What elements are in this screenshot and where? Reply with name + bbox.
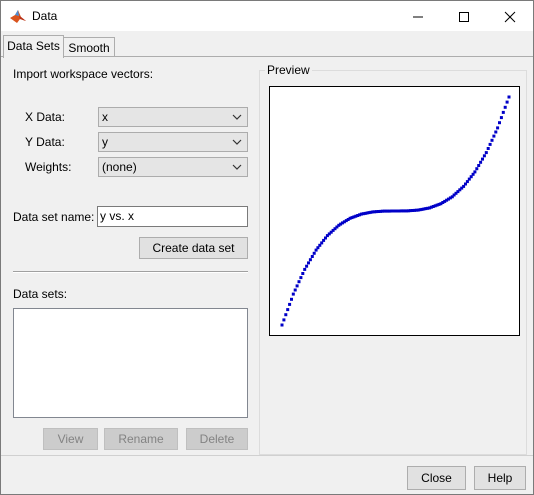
data-point	[299, 276, 303, 280]
dataset-name-label: Data set name:	[13, 210, 95, 224]
data-point	[507, 95, 511, 99]
preview-label: Preview	[265, 63, 312, 77]
data-dialog: Data Data Sets Smooth Import workspace v…	[0, 0, 534, 495]
minimize-icon	[413, 16, 423, 18]
preview-scatter-chart	[280, 95, 511, 327]
data-point	[282, 318, 286, 322]
data-point	[488, 142, 492, 146]
data-point	[503, 105, 507, 109]
close-window-button[interactable]	[487, 1, 533, 31]
data-point	[482, 154, 486, 158]
data-point	[496, 126, 500, 130]
close-button[interactable]: Close	[407, 466, 466, 490]
chevron-down-icon	[232, 114, 242, 120]
data-point	[486, 147, 490, 150]
rename-button[interactable]: Rename	[104, 428, 178, 450]
data-point	[297, 280, 301, 284]
data-point	[284, 313, 288, 317]
data-point	[505, 100, 509, 104]
x-data-dropdown[interactable]: x	[98, 107, 248, 127]
weights-dropdown[interactable]: (none)	[98, 157, 248, 177]
data-point	[303, 267, 307, 271]
close-icon	[504, 11, 516, 23]
x-data-label: X Data:	[25, 110, 66, 124]
datasets-label: Data sets:	[13, 287, 68, 301]
import-heading: Import workspace vectors:	[13, 67, 154, 81]
footer-divider	[1, 455, 533, 456]
weights-label: Weights:	[25, 160, 72, 174]
maximize-icon	[459, 12, 469, 22]
data-point	[484, 151, 488, 155]
window-title: Data	[32, 9, 58, 23]
data-point	[490, 138, 494, 142]
data-point	[473, 170, 477, 174]
weights-value: (none)	[102, 160, 137, 174]
data-point	[310, 255, 314, 258]
tab-content: Import workspace vectors: X Data: x Y Da…	[1, 56, 533, 456]
y-data-dropdown[interactable]: y	[98, 132, 248, 152]
dataset-name-input[interactable]: y vs. x	[97, 206, 248, 227]
data-point	[499, 116, 503, 120]
y-data-label: Y Data:	[25, 135, 65, 149]
data-point	[286, 308, 290, 312]
data-point	[301, 272, 305, 275]
data-point	[498, 121, 501, 125]
matlab-logo-icon	[10, 10, 26, 23]
title-bar[interactable]: Data	[1, 1, 533, 31]
x-data-value: x	[102, 110, 108, 124]
data-point	[305, 264, 309, 268]
data-point	[494, 130, 498, 134]
view-button[interactable]: View	[43, 428, 98, 450]
data-point	[288, 302, 292, 306]
separator	[13, 271, 248, 273]
data-point	[307, 261, 310, 265]
data-point	[501, 110, 505, 114]
y-data-value: y	[102, 135, 108, 149]
tab-strip: Data Sets Smooth	[1, 31, 533, 59]
chevron-down-icon	[232, 164, 242, 170]
data-point	[481, 157, 484, 161]
data-point	[479, 160, 483, 164]
data-point	[477, 164, 481, 167]
help-button[interactable]: Help	[474, 466, 526, 490]
data-point	[475, 167, 479, 171]
maximize-button[interactable]	[441, 1, 487, 31]
data-point	[308, 258, 312, 262]
data-point	[492, 134, 496, 138]
datasets-listbox[interactable]	[13, 308, 248, 418]
data-point	[312, 251, 316, 255]
delete-button[interactable]: Delete	[186, 428, 248, 450]
preview-plot	[269, 86, 520, 336]
data-point	[280, 323, 284, 327]
minimize-button[interactable]	[395, 1, 441, 31]
data-point	[290, 297, 293, 301]
data-point	[295, 284, 299, 288]
data-point	[293, 288, 297, 292]
chevron-down-icon	[232, 139, 242, 145]
create-dataset-button[interactable]: Create data set	[139, 237, 248, 259]
data-point	[291, 292, 295, 296]
tab-data-sets[interactable]: Data Sets	[3, 35, 64, 58]
